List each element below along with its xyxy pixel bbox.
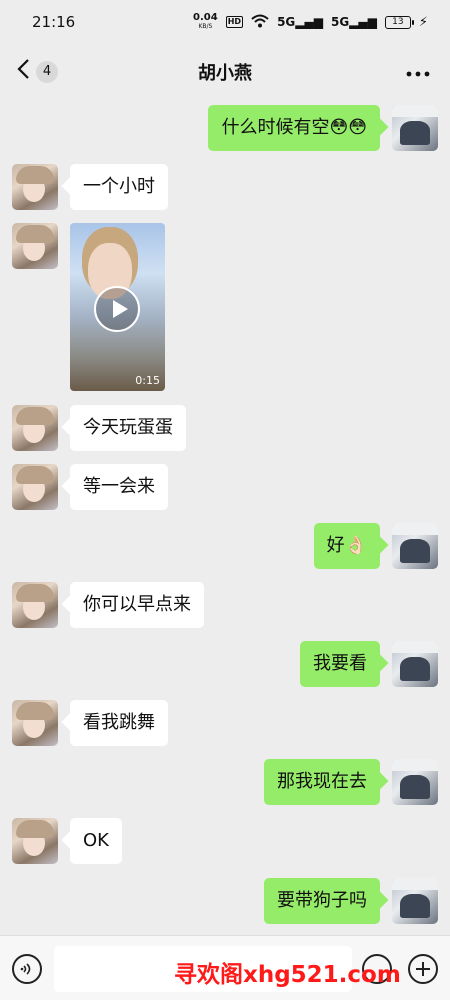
unread-count-badge: 4 [36,60,58,83]
status-bar: 21:16 0.04 KB/S HD 5G▂▄▆ 5G▂▄▆ 13 ⚡ [0,0,450,44]
message-bubble-received[interactable]: 今天玩蛋蛋 [70,405,186,451]
charging-icon: ⚡ [418,14,428,30]
chevron-left-icon [16,58,30,85]
contact-avatar[interactable] [12,582,58,628]
my-avatar[interactable] [392,105,438,151]
video-message[interactable]: 0:15 [70,223,165,391]
message-bubble-sent[interactable]: 什么时候有空😳😳 [208,105,380,151]
net-speed: 0.04 KB/S [193,12,218,31]
message-bubble-received[interactable]: 你可以早点来 [70,582,204,628]
chat-header: 4 胡小燕 [0,44,450,100]
video-duration: 0:15 [135,374,160,387]
my-avatar[interactable] [392,878,438,924]
battery-icon: 13 [384,15,414,29]
message-list[interactable]: 什么时候有空😳😳 一个小时 0:15 今天玩蛋蛋 等一会来 好👌🏻 你可以早点来… [0,100,450,935]
message-bubble-received[interactable]: 看我跳舞 [70,700,168,746]
message-bubble-received[interactable]: 一个小时 [70,164,168,210]
signal-icon-1: 5G▂▄▆ [277,15,323,29]
hd-badge: HD [225,16,244,28]
message-bubble-sent[interactable]: 那我现在去 [264,759,380,805]
back-button[interactable]: 4 [16,58,58,85]
chat-title: 胡小燕 [198,63,252,84]
message-bubble-received[interactable]: OK [70,818,122,864]
plus-icon[interactable] [408,954,438,984]
message-bubble-received[interactable]: 等一会来 [70,464,168,510]
my-avatar[interactable] [392,523,438,569]
contact-avatar[interactable] [12,223,58,269]
voice-icon[interactable] [12,954,42,984]
contact-avatar[interactable] [12,405,58,451]
contact-avatar[interactable] [12,818,58,864]
status-time: 21:16 [32,13,76,31]
contact-avatar[interactable] [12,700,58,746]
message-bubble-sent[interactable]: 我要看 [300,641,380,687]
my-avatar[interactable] [392,759,438,805]
status-icons: 0.04 KB/S HD 5G▂▄▆ 5G▂▄▆ 13 ⚡ [193,13,428,31]
contact-avatar[interactable] [12,164,58,210]
contact-avatar[interactable] [12,464,58,510]
wifi-icon [251,14,269,31]
watermark-text: 寻欢阁xhg521.com [174,962,401,988]
message-bubble-sent[interactable]: 好👌🏻 [313,523,380,569]
message-bubble-sent[interactable]: 要带狗子吗 [264,878,380,924]
my-avatar[interactable] [392,641,438,687]
play-icon[interactable] [94,286,140,332]
more-dots-icon[interactable] [406,56,430,82]
signal-icon-2: 5G▂▄▆ [330,15,377,29]
